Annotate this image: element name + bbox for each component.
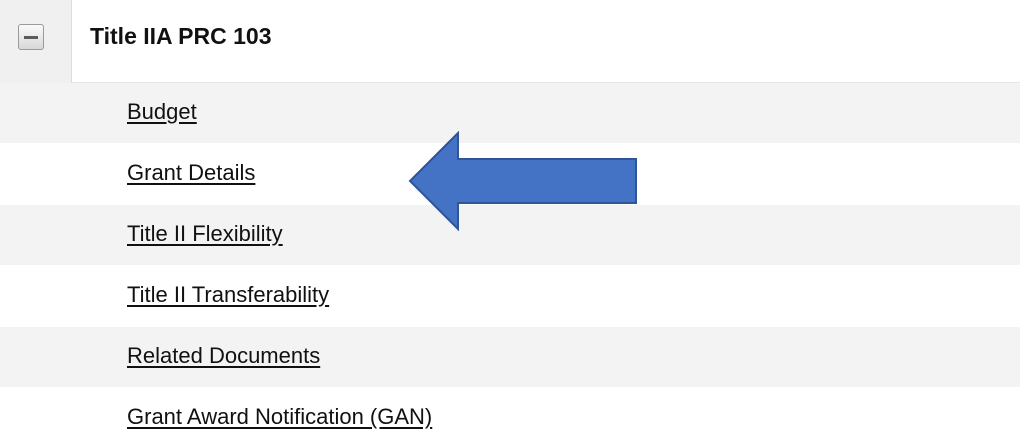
list-item: Title II Transferability: [0, 266, 1020, 327]
grant-award-notification-link[interactable]: Grant Award Notification (GAN): [127, 404, 432, 430]
grant-details-link[interactable]: Grant Details: [127, 160, 255, 186]
related-documents-link[interactable]: Related Documents: [127, 343, 320, 369]
section-header: Title IIA PRC 103: [0, 0, 1020, 83]
toggle-cell: [0, 0, 72, 83]
title-ii-transferability-link[interactable]: Title II Transferability: [127, 282, 329, 308]
grant-navigation-panel: Title IIA PRC 103 Budget Grant Details T…: [0, 0, 1020, 447]
budget-link[interactable]: Budget: [127, 99, 197, 125]
title-ii-flexibility-link[interactable]: Title II Flexibility: [127, 221, 283, 247]
collapse-minus-icon[interactable]: [18, 24, 44, 50]
arrow-left-icon: [408, 131, 637, 231]
list-item: Grant Award Notification (GAN): [0, 388, 1020, 447]
list-item: Related Documents: [0, 327, 1020, 388]
section-title: Title IIA PRC 103: [90, 23, 272, 49]
